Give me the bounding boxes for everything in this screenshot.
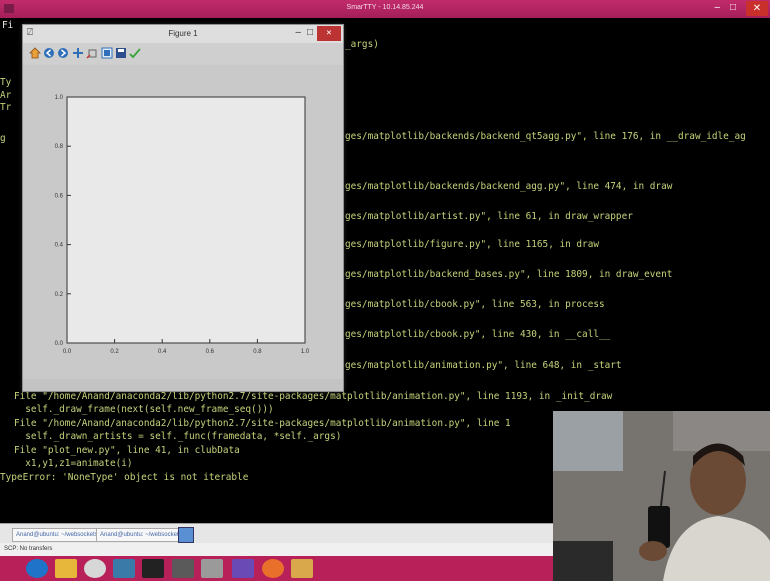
subplots-icon[interactable] [101, 47, 113, 59]
visual-studio-icon[interactable] [232, 559, 254, 578]
matlab-icon[interactable] [113, 559, 135, 578]
save-icon[interactable] [115, 47, 127, 59]
maximize-button[interactable]: □ [730, 2, 736, 13]
session-tab[interactable]: Anand@ubuntu: ~/websockets [96, 528, 186, 542]
back-icon[interactable] [43, 47, 55, 59]
terminal-left-fragment: Ty [0, 77, 12, 88]
minimize-button[interactable]: – [714, 2, 720, 13]
y-tick-label: 0.2 [55, 292, 64, 298]
terminal-line: _args) [345, 39, 379, 50]
terminal-line: ges/matplotlib/backend_bases.py", line 1… [345, 269, 673, 280]
terminal-line: File "/home/Anand/anaconda2/lib/python2.… [14, 391, 613, 402]
terminal-line: ges/matplotlib/artist.py", line 61, in d… [345, 211, 633, 222]
x-tick-label: 0.4 [158, 349, 167, 355]
figure-statusbar [23, 379, 343, 391]
terminal-line: self._drawn_artists = self._func(frameda… [14, 431, 342, 442]
figure-titlebar: ⍁ Figure 1 – □ ✕ [23, 25, 343, 43]
terminal-icon[interactable] [142, 559, 164, 578]
pan-icon[interactable] [72, 47, 84, 59]
terminal-line: File "/home/Anand/anaconda2/lib/python2.… [14, 418, 511, 429]
terminal-left-fragment: Ar [0, 90, 12, 101]
figure-maximize-button[interactable]: □ [307, 27, 313, 38]
plot-canvas[interactable]: 0.0 0.2 0.4 0.6 0.8 1.0 0.0 0.2 0.4 0.6 0.8 1.0 [23, 65, 343, 379]
window-title: SmarTTY - 10.14.85.244 [346, 4, 424, 11]
figure-window[interactable]: ⍁ Figure 1 – □ ✕ 0.0 0.2 0.4 0.6 0.8 1.0 0.0 0… [22, 24, 344, 392]
terminal-line: ges/matplotlib/backends/backend_agg.py",… [345, 181, 673, 192]
window-icon[interactable] [172, 559, 194, 578]
home-icon[interactable] [29, 47, 41, 59]
file-explorer-icon[interactable] [55, 559, 77, 578]
presenter-image [553, 411, 770, 581]
status-text: SCP: No transfers [4, 546, 53, 552]
media-icon[interactable] [291, 559, 313, 578]
terminal-line: self._draw_frame(next(self.new_frame_seq… [14, 404, 274, 415]
terminal-line: ges/matplotlib/cbook.py", line 430, in _… [345, 329, 611, 340]
x-tick-label: 1.0 [301, 349, 310, 355]
terminal-left-fragment: Fi [2, 20, 14, 31]
app-icon[interactable] [201, 559, 223, 578]
forward-icon[interactable] [57, 47, 69, 59]
terminal-line: ges/matplotlib/cbook.py", line 563, in p… [345, 299, 605, 310]
firefox-icon[interactable] [262, 559, 284, 578]
x-tick-label: 0.6 [206, 349, 215, 355]
y-tick-label: 0.4 [55, 243, 64, 249]
figure-toolbar [23, 43, 343, 66]
chrome-icon[interactable] [84, 559, 106, 578]
y-tick-label: 0.8 [55, 144, 64, 150]
x-tick-label: 0.2 [110, 349, 119, 355]
edit-icon[interactable] [129, 47, 141, 59]
x-tick-label: 0.0 [63, 349, 72, 355]
window-titlebar: SmarTTY - 10.14.85.244 – □ ✕ [0, 0, 770, 18]
x-tick-label: 0.8 [253, 349, 262, 355]
webcam-video-inset [553, 411, 770, 581]
figure-close-button[interactable]: ✕ [317, 26, 341, 41]
terminal-line: ges/matplotlib/figure.py", line 1165, in… [345, 239, 599, 250]
terminal-left-fragment: g [0, 133, 6, 144]
y-tick-label: 0.6 [55, 193, 64, 199]
close-button[interactable]: ✕ [746, 1, 768, 16]
terminal-left-fragment: Tr [0, 102, 12, 113]
terminal-line: File "plot_new.py", line 41, in clubData [14, 445, 240, 456]
new-tab-icon[interactable] [178, 527, 194, 543]
session-tab[interactable]: Anand@ubuntu: ~/websockets [12, 528, 102, 542]
terminal-line: ges/matplotlib/backends/backend_qt5agg.p… [345, 131, 746, 142]
y-tick-label: 1.0 [55, 95, 64, 101]
zoom-icon[interactable] [86, 47, 98, 59]
figure-minimize-button[interactable]: – [295, 27, 301, 38]
terminal-line: ges/matplotlib/animation.py", line 648, … [345, 360, 622, 371]
terminal-line: TypeError: 'NoneType' object is not iter… [0, 472, 249, 483]
plot-axes[interactable] [66, 96, 306, 344]
y-tick-label: 0.0 [55, 341, 64, 347]
terminal-line: x1,y1,z1=animate(i) [14, 458, 133, 469]
internet-explorer-icon[interactable] [26, 559, 48, 578]
